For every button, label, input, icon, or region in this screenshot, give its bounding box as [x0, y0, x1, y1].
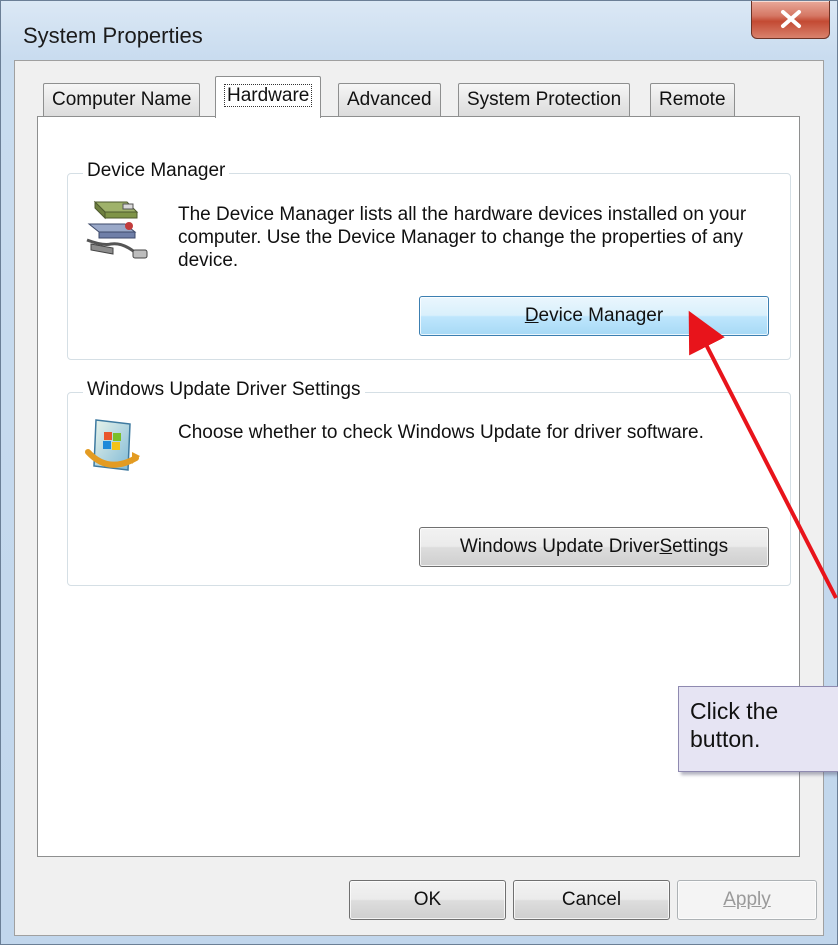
tab-hardware[interactable]: Hardware	[215, 76, 322, 118]
button-label-accelerator: S	[659, 536, 673, 557]
button-label-post: ettings	[672, 536, 729, 557]
tab-label: Advanced	[347, 89, 432, 110]
tab-system-protection[interactable]: System Protection	[458, 83, 631, 116]
button-label-post: evice Manager	[538, 305, 664, 326]
windows-update-group-title: Windows Update Driver Settings	[83, 379, 365, 401]
tab-label: Hardware	[224, 84, 313, 107]
tab-advanced[interactable]: Advanced	[338, 83, 441, 116]
apply-button-label: Apply	[723, 889, 771, 910]
button-label-accelerator: D	[524, 305, 539, 326]
button-label-pre: Windows Update Driver	[459, 536, 660, 557]
device-manager-button[interactable]: Device Manager	[419, 296, 769, 336]
window-title: System Properties	[23, 23, 203, 48]
tab-remote[interactable]: Remote	[650, 83, 735, 116]
close-icon	[781, 10, 801, 28]
close-button[interactable]	[751, 1, 830, 39]
windows-update-description: Choose whether to check Windows Update f…	[178, 422, 704, 443]
device-manager-icon	[83, 196, 151, 269]
ok-button[interactable]: OK	[349, 880, 506, 920]
callout-text: Click the button.	[690, 698, 779, 752]
cancel-button[interactable]: Cancel	[513, 880, 670, 920]
tab-computer-name[interactable]: Computer Name	[43, 83, 201, 116]
tab-label: Computer Name	[52, 89, 192, 110]
instruction-callout: Click the button.	[678, 686, 838, 772]
device-manager-description: The Device Manager lists all the hardwar…	[178, 204, 747, 271]
tab-label: System Protection	[467, 89, 622, 110]
tab-label: Remote	[659, 89, 726, 110]
windows-update-driver-settings-button[interactable]: Windows Update Driver Settings	[419, 527, 769, 567]
device-manager-group-title: Device Manager	[83, 160, 230, 182]
windows-update-icon	[82, 414, 144, 481]
apply-button[interactable]: Apply	[677, 880, 817, 920]
